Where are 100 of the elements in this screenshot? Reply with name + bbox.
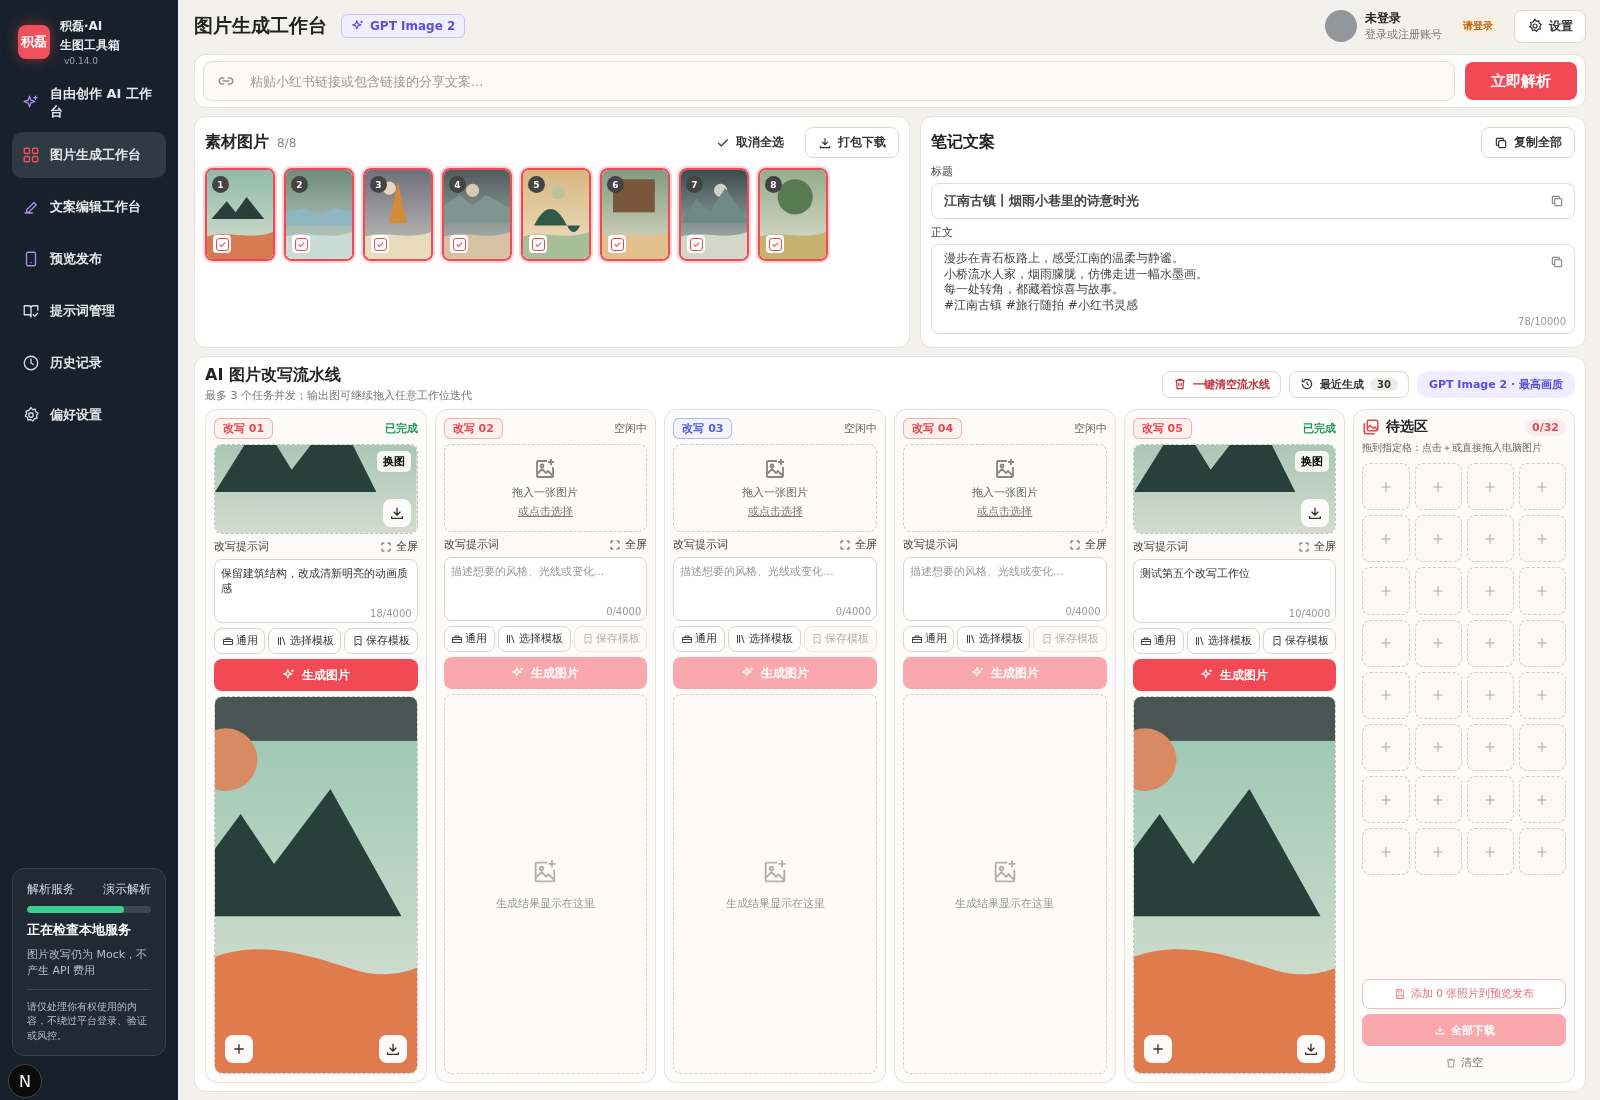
- material-thumbnail[interactable]: 8: [758, 168, 828, 261]
- nav-item[interactable]: 文案编辑工作台: [12, 184, 166, 230]
- fullscreen-button[interactable]: 全屏: [379, 539, 418, 554]
- empty-slot[interactable]: [1362, 776, 1410, 824]
- empty-slot[interactable]: [1362, 828, 1410, 876]
- empty-slot[interactable]: [1362, 515, 1410, 563]
- empty-slot[interactable]: [1518, 619, 1566, 667]
- checkbox[interactable]: [687, 235, 705, 253]
- template-button[interactable]: 保存模板: [344, 628, 418, 654]
- download-zip-button[interactable]: 打包下载: [805, 127, 899, 158]
- image-drop-zone[interactable]: 拖入一张图片 或点击选择: [903, 444, 1107, 532]
- nav-item[interactable]: 偏好设置: [12, 392, 166, 438]
- template-button[interactable]: 选择模板: [727, 626, 801, 652]
- add-button[interactable]: [225, 1035, 253, 1063]
- material-thumbnail[interactable]: 6: [600, 168, 670, 261]
- parse-button[interactable]: 立即解析: [1465, 62, 1577, 100]
- dev-badge[interactable]: N: [8, 1064, 42, 1098]
- generate-button[interactable]: 生成图片: [214, 659, 418, 691]
- download-button[interactable]: [378, 1035, 407, 1063]
- body-field[interactable]: 漫步在青石板路上，感受江南的温柔与静谧。 小桥流水人家，烟雨朦胧，仿佛走进一幅水墨画。 每一处转角，都藏着惊喜与故事。 #江南古镇 #旅行随拍 #小红书灵感 78/10000: [931, 244, 1575, 334]
- download-button[interactable]: [1301, 499, 1330, 527]
- prompt-field[interactable]: 测试第五个改写工作位 10/4000: [1132, 559, 1337, 623]
- empty-slot[interactable]: [1466, 828, 1514, 876]
- nav-item[interactable]: 历史记录: [12, 340, 166, 386]
- checkbox[interactable]: [608, 235, 626, 253]
- empty-slot[interactable]: [1518, 463, 1566, 511]
- choose-file-link[interactable]: 或点击选择: [747, 504, 803, 519]
- material-thumbnail[interactable]: 7: [679, 168, 749, 261]
- template-button[interactable]: 保存模板: [1263, 628, 1337, 654]
- empty-slot[interactable]: [1466, 515, 1514, 563]
- image-drop-zone[interactable]: 拖入一张图片 或点击选择: [443, 444, 648, 532]
- title-field[interactable]: 江南古镇丨烟雨小巷里的诗意时光: [931, 183, 1575, 219]
- empty-slot[interactable]: [1414, 463, 1462, 511]
- copy-icon[interactable]: [1550, 194, 1564, 208]
- template-button[interactable]: 通用: [903, 626, 955, 652]
- empty-slot[interactable]: [1414, 723, 1462, 772]
- fullscreen-button[interactable]: 全屏: [839, 537, 877, 552]
- checkbox[interactable]: [213, 235, 231, 253]
- fullscreen-button[interactable]: 全屏: [609, 537, 648, 552]
- material-thumbnail[interactable]: 2: [284, 168, 354, 261]
- choose-file-link[interactable]: 或点击选择: [977, 504, 1033, 519]
- recent-button[interactable]: 最近生成 30: [1289, 370, 1409, 398]
- empty-slot[interactable]: [1362, 463, 1410, 511]
- clear-button[interactable]: 清空: [1441, 1051, 1488, 1074]
- nav-item[interactable]: 自由创作 AI 工作台: [12, 80, 166, 126]
- empty-slot[interactable]: [1362, 567, 1410, 615]
- generate-button[interactable]: 生成图片: [1132, 659, 1337, 691]
- empty-slot[interactable]: [1518, 776, 1566, 824]
- deselect-all-button[interactable]: 取消全选: [703, 127, 797, 158]
- empty-slot[interactable]: [1414, 619, 1462, 667]
- material-thumbnail[interactable]: 4: [442, 168, 512, 261]
- material-thumbnail[interactable]: 5: [521, 168, 591, 261]
- swap-image-button[interactable]: 换图: [376, 451, 411, 472]
- empty-slot[interactable]: [1518, 515, 1566, 563]
- template-button[interactable]: 通用: [1132, 628, 1184, 654]
- empty-slot[interactable]: [1466, 463, 1514, 511]
- empty-slot[interactable]: [1466, 671, 1514, 719]
- empty-slot[interactable]: [1466, 567, 1514, 615]
- template-button[interactable]: 选择模板: [1186, 628, 1261, 654]
- empty-slot[interactable]: [1466, 619, 1514, 667]
- login-badge[interactable]: 请登录: [1456, 16, 1500, 36]
- empty-slot[interactable]: [1362, 619, 1410, 667]
- fullscreen-button[interactable]: 全屏: [1298, 539, 1337, 554]
- empty-slot[interactable]: [1414, 828, 1462, 876]
- nav-item[interactable]: 预览发布: [12, 236, 166, 282]
- empty-slot[interactable]: [1518, 671, 1566, 719]
- checkbox[interactable]: [371, 235, 389, 253]
- input-image[interactable]: 换图: [1132, 444, 1337, 534]
- empty-slot[interactable]: [1414, 776, 1462, 824]
- empty-slot[interactable]: [1466, 776, 1514, 824]
- material-thumbnail[interactable]: 3: [363, 168, 433, 261]
- empty-slot[interactable]: [1414, 671, 1462, 719]
- template-button[interactable]: 选择模板: [268, 628, 342, 654]
- checkbox[interactable]: [766, 235, 784, 253]
- empty-slot[interactable]: [1362, 723, 1410, 772]
- empty-slot[interactable]: [1414, 567, 1462, 615]
- nav-item[interactable]: 提示词管理: [12, 288, 166, 334]
- material-thumbnail[interactable]: 1: [205, 168, 275, 261]
- input-image[interactable]: 换图: [214, 444, 418, 534]
- empty-slot[interactable]: [1362, 671, 1410, 719]
- image-drop-zone[interactable]: 拖入一张图片 或点击选择: [673, 444, 877, 532]
- fullscreen-button[interactable]: 全屏: [1068, 537, 1107, 552]
- link-input-field[interactable]: 粘贴小红书链接或包含链接的分享文案...: [203, 61, 1455, 101]
- clear-pipeline-button[interactable]: 一键清空流水线: [1162, 370, 1281, 398]
- copy-all-button[interactable]: 复制全部: [1481, 127, 1575, 158]
- checkbox[interactable]: [450, 235, 468, 253]
- empty-slot[interactable]: [1518, 723, 1566, 772]
- checkbox[interactable]: [292, 235, 310, 253]
- copy-icon[interactable]: [1550, 255, 1564, 269]
- template-button[interactable]: 通用: [443, 626, 495, 652]
- empty-slot[interactable]: [1414, 515, 1462, 563]
- empty-slot[interactable]: [1466, 723, 1514, 772]
- empty-slot[interactable]: [1518, 567, 1566, 615]
- nav-item[interactable]: 图片生成工作台: [12, 132, 166, 178]
- download-button[interactable]: [1297, 1035, 1326, 1063]
- prompt-field[interactable]: 保留建筑结构，改成清新明亮的动画质感 18/4000: [214, 559, 418, 623]
- download-button[interactable]: [382, 499, 411, 527]
- swap-image-button[interactable]: 换图: [1295, 451, 1330, 472]
- settings-button[interactable]: 设置: [1514, 9, 1586, 43]
- template-button[interactable]: 选择模板: [497, 626, 572, 652]
